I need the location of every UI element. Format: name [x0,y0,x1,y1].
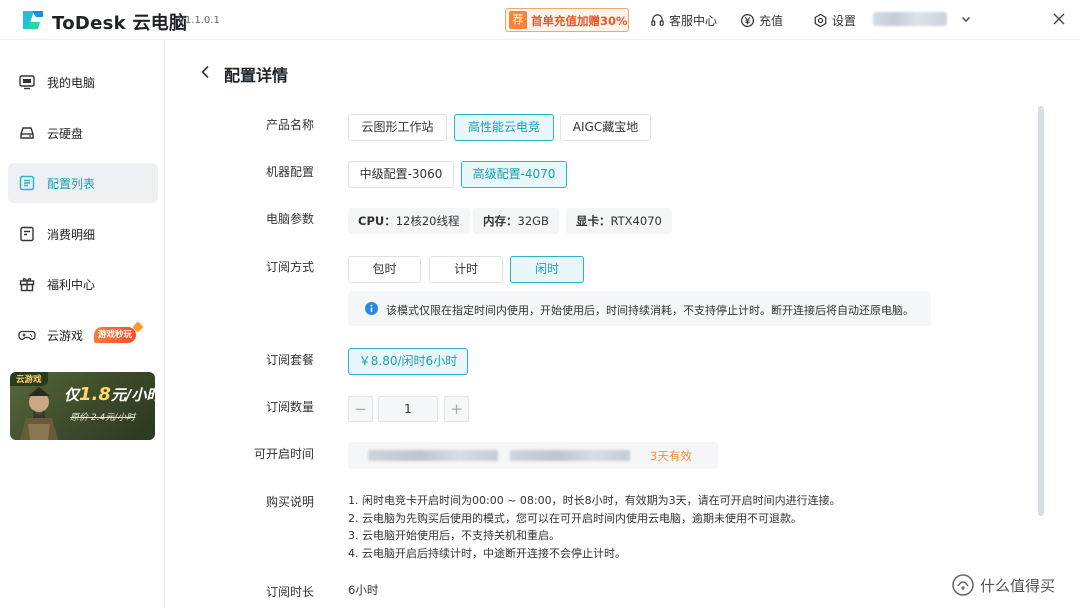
option-sub-package-time[interactable]: 包时 [348,256,421,283]
gear-icon [814,13,827,27]
start-time-blurred [368,450,498,461]
close-icon[interactable] [1051,11,1067,27]
title-bar: ToDesk 云电脑 V1.1.0.1 荐 首单充值加赠30% 客服中心 充值 … [0,0,1080,40]
end-time-blurred [510,450,630,461]
monitor-icon [19,75,35,90]
recharge-button[interactable]: 充值 [740,12,783,28]
info-icon [365,302,378,315]
user-account-blurred[interactable] [873,12,947,26]
sidebar-item-label: 云硬盘 [47,127,84,141]
spec-gpu: 显卡：RTX4070 [566,208,672,234]
sidebar-item-config-list[interactable]: 配置列表 [8,163,158,203]
sidebar-item-my-computer[interactable]: 我的电脑 [8,62,158,102]
promo-banner[interactable]: 荐 首单充值加赠30% [505,8,629,32]
watermark: 什么值得买 [952,574,1055,596]
drive-icon [20,127,34,139]
gamepad-icon [18,330,36,340]
quantity-decrement-button[interactable]: − [348,396,373,422]
sidebar-item-cloud-drive[interactable]: 云硬盘 [8,113,158,153]
sidebar-item-welfare[interactable]: 福利中心 [8,264,158,304]
receipt-icon [20,226,34,242]
validity-text: 3天有效 [650,449,692,463]
note-line: 4. 云电脑开启后持续计时，中途断开连接不会停止计时。 [348,546,626,560]
promo-text: 首单充值加赠30% [531,14,628,28]
cloud-game-promo-banner[interactable]: 云游戏 仅1.8元/小时 原价 2.4元/小时 [10,372,155,440]
option-package[interactable]: ￥8.80/闲时6小时 [348,348,468,375]
sidebar-item-cloud-game[interactable]: 云游戏 游戏秒玩 [8,315,158,355]
sidebar-item-label: 福利中心 [47,278,96,292]
config-list-icon [19,175,35,191]
app-name: ToDesk 云电脑 [52,13,188,34]
game-character-icon [20,387,58,440]
sidebar: 我的电脑 云硬盘 配置列表 消费明细 福利中心 云游戏 游戏秒玩 云游戏 仅1.… [0,41,165,609]
back-arrow-icon[interactable] [199,64,213,80]
hot-tag-badge: 游戏秒玩 [94,327,137,343]
sidebar-item-consumption[interactable]: 消费明细 [8,214,158,254]
option-product-aigc[interactable]: AIGC藏宝地 [560,114,651,141]
info-notice: 该模式仅限在指定时间内使用，开始使用后，时间持续消耗，不支持停止计时。断开连接后… [348,291,931,326]
purchase-notes: 1. 闲时电竞卡开启时间为00:00 ~ 08:00，时长8小时，有效期为3天，… [348,492,841,562]
headset-icon [651,13,664,26]
option-machine-4070[interactable]: 高级配置-4070 [461,161,567,188]
note-line: 3. 云电脑开始使用后，不支持关机和重启。 [348,529,560,543]
option-product-esports[interactable]: 高性能云电竞 [454,114,554,141]
yen-coin-icon [740,13,755,27]
settings-label: 设置 [832,13,857,28]
gift-icon [19,278,35,292]
sidebar-item-label: 我的电脑 [47,76,96,90]
banner-original-price: 原价 2.4元/小时 [70,413,136,423]
banner-price: 仅1.8元/小时 [64,384,155,405]
support-label: 客服中心 [669,13,718,28]
option-sub-metered[interactable]: 计时 [429,256,503,283]
duration-value: 6小时 [348,583,379,597]
sidebar-item-label: 云游戏 [47,329,84,343]
chevron-down-icon[interactable] [960,13,972,25]
note-line: 2. 云电脑为先购买后使用的模式，您可以在可开启时间内使用云电脑，逾期未使用不可… [348,511,802,525]
note-line: 1. 闲时电竞卡开启时间为00:00 ~ 08:00，时长8小时，有效期为3天，… [348,494,841,507]
start-time-range: 3天有效 [348,442,718,469]
settings-button[interactable]: 设置 [813,12,856,28]
promo-badge: 荐 [509,11,527,29]
option-sub-idle-time[interactable]: 闲时 [510,256,584,283]
spec-memory: 内存：32GB [473,208,559,234]
info-text: 该模式仅限在指定时间内使用，开始使用后，时间持续消耗，不支持停止计时。断开连接后… [386,304,914,317]
sidebar-item-label: 配置列表 [47,177,96,191]
page-title: 配置详情 [224,66,289,85]
option-machine-3060[interactable]: 中级配置-3060 [348,161,454,188]
banner-tag: 云游戏 [10,372,48,386]
watermark-text: 什么值得买 [980,576,1056,595]
recharge-label: 充值 [759,13,784,28]
todesk-logo-icon [23,11,43,29]
sidebar-item-label: 消费明细 [47,228,96,242]
scrollbar[interactable] [1038,106,1044,516]
support-button[interactable]: 客服中心 [650,12,717,28]
quantity-input[interactable]: 1 [378,396,438,422]
app-version: V1.1.0.1 [178,15,220,26]
option-product-graphics-workstation[interactable]: 云图形工作站 [348,114,447,141]
smzdm-logo-icon [952,574,974,596]
spec-cpu: CPU：12核20线程 [348,208,470,234]
quantity-increment-button[interactable]: + [444,396,469,422]
